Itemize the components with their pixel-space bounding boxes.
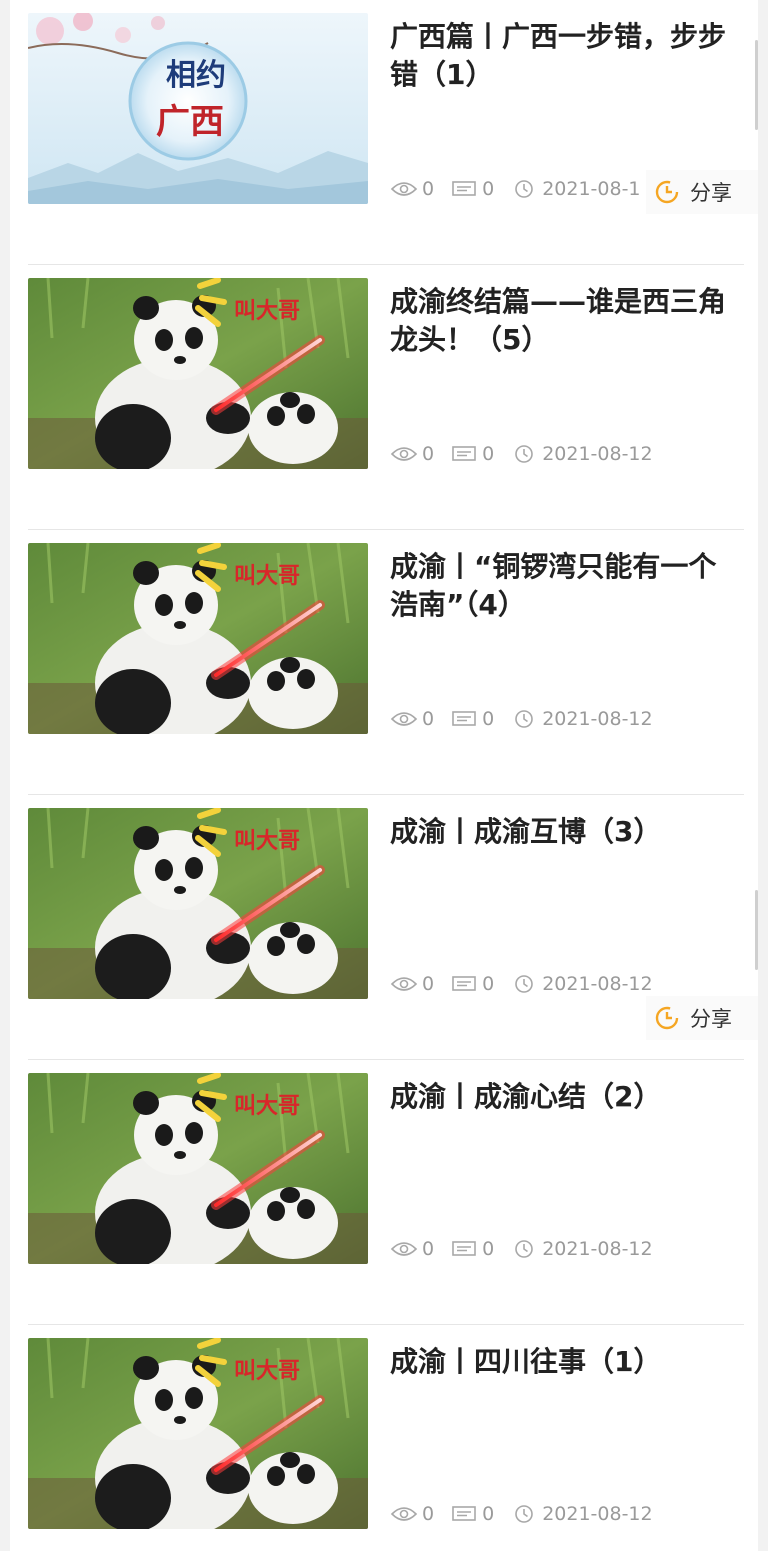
article-item[interactable]: 叫大哥 成渝丨四川往事（1） 0 0 2021-08-12 xyxy=(28,1325,744,1551)
view-count-icon xyxy=(390,179,418,199)
article-title[interactable]: 成渝丨成渝心结（2） xyxy=(390,1078,740,1116)
thumb-caption-text: 叫大哥 xyxy=(234,564,300,589)
article-list-page: 相约 广西 广西篇丨广西一步错，步步错（1） 0 0 2021-08-1 叫大哥… xyxy=(10,0,758,1551)
clock-icon xyxy=(510,974,538,994)
thumb-caption-text: 叫大哥 xyxy=(234,299,300,324)
article-title[interactable]: 成渝丨“铜锣湾只能有一个浩南”（4） xyxy=(390,548,740,624)
article-thumbnail[interactable]: 叫大哥 xyxy=(28,543,368,734)
comment-count-icon xyxy=(450,1239,478,1259)
thumb-caption-text: 叫大哥 xyxy=(234,1359,300,1384)
view-count: 0 xyxy=(422,708,435,730)
clock-icon xyxy=(510,1239,538,1259)
clock-icon xyxy=(510,709,538,729)
article-meta: 0 0 2021-08-12 xyxy=(390,1501,669,1527)
article-item[interactable]: 叫大哥 成渝终结篇——谁是西三角龙头！（5） 0 0 2021-08-12 xyxy=(28,265,744,530)
article-meta: 0 0 2021-08-12 xyxy=(390,441,669,467)
article-meta: 0 0 2021-08-12 xyxy=(390,706,669,732)
comment-count-icon xyxy=(450,179,478,199)
publish-date: 2021-08-12 xyxy=(542,1238,653,1260)
share-button[interactable]: 分享 xyxy=(646,996,758,1040)
publish-date: 2021-08-12 xyxy=(542,708,653,730)
article-meta: 0 0 2021-08-1 xyxy=(390,176,657,202)
comment-count: 0 xyxy=(482,1238,495,1260)
article-title[interactable]: 成渝终结篇——谁是西三角龙头！（5） xyxy=(390,283,740,359)
scrollbar[interactable] xyxy=(755,890,758,970)
view-count-icon xyxy=(390,1504,418,1524)
publish-date: 2021-08-12 xyxy=(542,443,653,465)
comment-count-icon xyxy=(450,709,478,729)
article-item[interactable]: 相约 广西 广西篇丨广西一步错，步步错（1） 0 0 2021-08-1 xyxy=(28,0,744,265)
view-count: 0 xyxy=(422,1503,435,1525)
article-thumbnail[interactable]: 叫大哥 xyxy=(28,278,368,469)
article-meta: 0 0 2021-08-12 xyxy=(390,971,669,997)
view-count-icon xyxy=(390,1239,418,1259)
article-thumbnail[interactable]: 叫大哥 xyxy=(28,1338,368,1529)
share-label: 分享 xyxy=(690,1007,732,1031)
clock-icon xyxy=(510,179,538,199)
view-count-icon xyxy=(390,709,418,729)
share-label: 分享 xyxy=(690,181,732,205)
thumb-caption-text: 叫大哥 xyxy=(234,1094,300,1119)
article-title[interactable]: 成渝丨四川往事（1） xyxy=(390,1343,740,1381)
comment-count: 0 xyxy=(482,178,495,200)
thumb-title-text: 相约 xyxy=(166,58,226,93)
article-thumbnail[interactable]: 相约 广西 xyxy=(28,13,368,204)
publish-date: 2021-08-12 xyxy=(542,1503,653,1525)
comment-count-icon xyxy=(450,1504,478,1524)
view-count: 0 xyxy=(422,973,435,995)
article-item[interactable]: 叫大哥 成渝丨成渝心结（2） 0 0 2021-08-12 xyxy=(28,1060,744,1325)
share-icon xyxy=(654,1005,680,1031)
thumb-title-text: 广西 xyxy=(156,102,224,142)
article-title[interactable]: 成渝丨成渝互博（3） xyxy=(390,813,740,851)
view-count: 0 xyxy=(422,178,435,200)
scrollbar[interactable] xyxy=(755,40,758,130)
clock-icon xyxy=(510,444,538,464)
clock-icon xyxy=(510,1504,538,1524)
article-item[interactable]: 叫大哥 成渝丨成渝互博（3） 0 0 2021-08-12 xyxy=(28,795,744,1060)
article-title[interactable]: 广西篇丨广西一步错，步步错（1） xyxy=(390,18,740,94)
comment-count: 0 xyxy=(482,1503,495,1525)
publish-date: 2021-08-1 xyxy=(542,178,641,200)
article-thumbnail[interactable]: 叫大哥 xyxy=(28,808,368,999)
view-count: 0 xyxy=(422,1238,435,1260)
comment-count: 0 xyxy=(482,443,495,465)
comment-count-icon xyxy=(450,444,478,464)
article-meta: 0 0 2021-08-12 xyxy=(390,1236,669,1262)
comment-count-icon xyxy=(450,974,478,994)
publish-date: 2021-08-12 xyxy=(542,973,653,995)
article-thumbnail[interactable]: 叫大哥 xyxy=(28,1073,368,1264)
share-icon xyxy=(654,179,680,205)
comment-count: 0 xyxy=(482,973,495,995)
view-count: 0 xyxy=(422,443,435,465)
share-button[interactable]: 分享 xyxy=(646,170,758,214)
view-count-icon xyxy=(390,974,418,994)
comment-count: 0 xyxy=(482,708,495,730)
thumb-caption-text: 叫大哥 xyxy=(234,829,300,854)
article-item[interactable]: 叫大哥 成渝丨“铜锣湾只能有一个浩南”（4） 0 0 2021-08-12 xyxy=(28,530,744,795)
view-count-icon xyxy=(390,444,418,464)
